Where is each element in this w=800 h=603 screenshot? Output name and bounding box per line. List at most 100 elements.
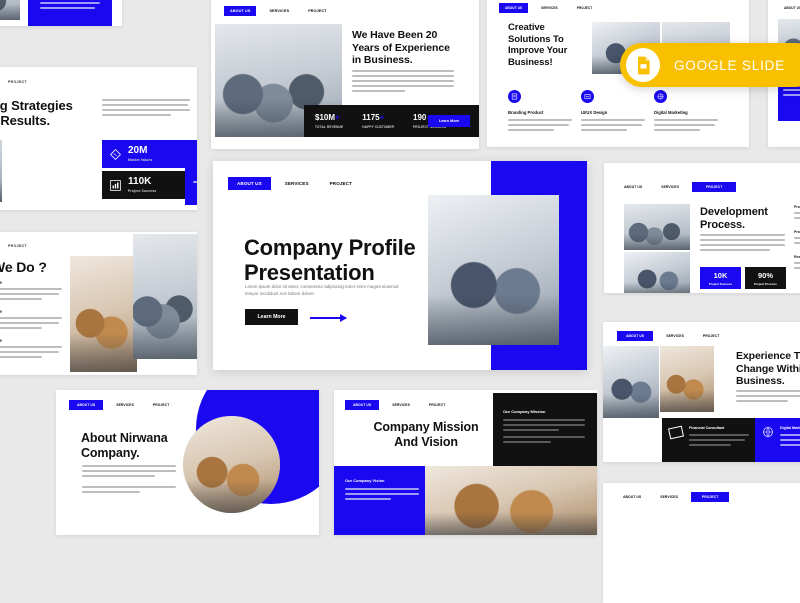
google-slide-badge: GOOGLE SLIDE [620,43,800,87]
page-title: Company Profile Presentation [244,235,416,286]
diamond-icon [110,148,121,160]
slide-title: Company Mission And Vision [356,420,496,451]
nav-about-us[interactable]: ABOUT US [224,6,257,16]
side-list: Project Project Resource [794,205,800,272]
nav-about-us[interactable]: ABOUT US [345,400,380,410]
photo-whiteboard-session [624,204,690,250]
slide-body-lines [736,390,800,405]
slide-what-we-do[interactable]: PROJECT We Do ? Here Here Here [0,232,197,375]
mission-heading: Our Company Mission [503,409,546,414]
stat-card-market-values: 20M Market Values [102,140,187,168]
nav-project[interactable]: PROJECT [302,6,332,16]
stat-value: 190 [413,112,427,122]
feature-title: UI/UX Design [581,110,608,115]
slide-nav[interactable]: ABOUT US SERVICES PROJECT [69,400,175,410]
stat-item: 1175+ HAPPY CUSTOMER [362,113,394,129]
item-heading: Project [794,230,800,234]
slide-nav[interactable]: ABOUT US SERVICES PROJECT [228,177,359,190]
nav-services[interactable]: SERVICES [535,3,564,13]
arrow-right-icon [310,314,347,322]
nav-services[interactable]: SERVICES [263,6,295,16]
nav-about-us[interactable]: ABOUT US [499,3,529,13]
slide-about-nirwana[interactable]: ABOUT US SERVICES PROJECT About Nirwana … [56,390,319,535]
nav-services[interactable]: SERVICES [386,400,416,410]
nav-project[interactable]: PROJECT [571,3,599,13]
photo-collaboration [660,346,714,412]
nav-services[interactable]: SERVICES [110,400,140,410]
bar-chart-icon [110,179,121,191]
slide-gallery: 70+ Simple Text Here PROJECT ng Strategi… [0,0,800,603]
title-line-1: ng Strategies [0,98,73,113]
title-line-2: Change Within [736,362,800,375]
item-body-lines [0,288,62,300]
slide-tag: PROJECT [8,244,27,248]
slide-bottom-right-partial[interactable]: ABOUT US SERVICES PROJECT [603,483,800,603]
stat-label: Project Success [708,281,733,286]
vision-body-lines [345,488,419,500]
nav-about-us[interactable]: ABOUT US [617,331,654,341]
nav-project[interactable]: PROJECT [690,492,730,502]
slide-nav[interactable]: ABOUT US SERVICES PROJECT [618,182,737,192]
nav-project[interactable]: PROJECT [323,177,359,190]
nav-services[interactable]: SERVICES [655,182,685,192]
slide-body-lines [352,70,454,95]
list-item: Project [794,205,800,219]
item-body-lines [794,212,800,219]
slide-company-profile[interactable]: ABOUT US SERVICES PROJECT Company Profil… [213,161,587,370]
title-line-1: We Have Been 20 [352,29,438,41]
globe-icon [763,427,773,437]
mission-body-lines-1 [503,419,585,431]
photo-office-team [70,256,137,372]
project-progress-card: 80% Project Progress [185,140,197,205]
slide-mission-vision[interactable]: ABOUT US SERVICES PROJECT Company Missio… [334,390,597,535]
nav-services[interactable]: SERVICES [654,492,684,502]
nav-project[interactable]: PROJECT [147,400,176,410]
stat-value: 10K [713,270,728,280]
nav-services[interactable]: SERVICES [278,177,316,190]
slide-title: We Have Been 20 Years of Experience in B… [352,29,472,67]
slide-title: Creative Solutions To Improve Your Busin… [508,22,586,68]
photo-thumbnail [0,0,20,20]
list-item: Project [794,230,800,244]
slide-nav[interactable]: ABOUT US SERVICES PROJECT [499,3,598,13]
photo-team-discussion [425,466,597,535]
stat-card-project-success: 110K Project Success [102,171,187,199]
slide-body-lines [700,234,785,254]
slide-nav[interactable]: ABOUT US SERVICES PROJECT [345,400,451,410]
stat-label: TOTAL REVENUE [315,124,344,129]
learn-more-button[interactable]: Learn More [245,309,298,325]
slide-experience-change[interactable]: ABOUT US SERVICES PROJECT Experience Th … [603,322,800,462]
nav-services[interactable]: SERVICES [660,331,690,341]
feature-ui-ux: UI/UX Design [581,87,645,134]
learn-more-button[interactable]: Learn More [428,115,470,127]
nav-project[interactable]: PROJECT [423,400,452,410]
nav-about-us[interactable]: ABOUT US [69,400,104,410]
nav-about-us[interactable]: ABOUT US [778,3,800,13]
slide-20-years-experience[interactable]: ABOUT US SERVICES PROJECT We Have Been 2… [211,0,479,149]
nav-about-us[interactable]: ABOUT US [617,492,647,502]
title-line-2: Solutions To [508,33,564,45]
slide-nav[interactable]: ABOUT US SERVICES PROJECT [617,331,725,341]
nav-about-us[interactable]: ABOUT US [228,177,271,190]
stat-label: Market Values [128,158,153,162]
photo-team-meeting-circle [183,416,280,513]
nav-project[interactable]: PROJECT [697,331,726,341]
item-heading: Project [794,205,800,209]
nav-project[interactable]: PROJECT [691,182,737,192]
photo-meeting [0,140,2,202]
card-digital-marketing: Digital Marketing [755,418,800,462]
slide-top-left-partial[interactable]: 70+ Simple Text Here [0,0,122,26]
slide-nav[interactable]: ABOUT US SERVICES [778,3,800,13]
marketing-icon [654,90,667,103]
nav-about-us[interactable]: ABOUT US [618,182,648,192]
slide-nav[interactable]: ABOUT US SERVICES PROJECT [224,6,333,16]
item-heading: Resource [794,255,800,259]
stat-value: 20M [128,145,148,156]
item-body-lines [794,262,800,269]
badge-label: GOOGLE SLIDE [674,57,786,73]
slide-development-process[interactable]: ABOUT US SERVICES PROJECT Development Pr… [604,163,800,293]
title-line-1: Creative [508,22,545,33]
title-line-4: Business! [508,56,553,68]
slide-nav[interactable]: ABOUT US SERVICES PROJECT [617,492,730,502]
slide-marketing-strategies[interactable]: PROJECT ng Strategies r Results. 20M Mar… [0,67,197,210]
